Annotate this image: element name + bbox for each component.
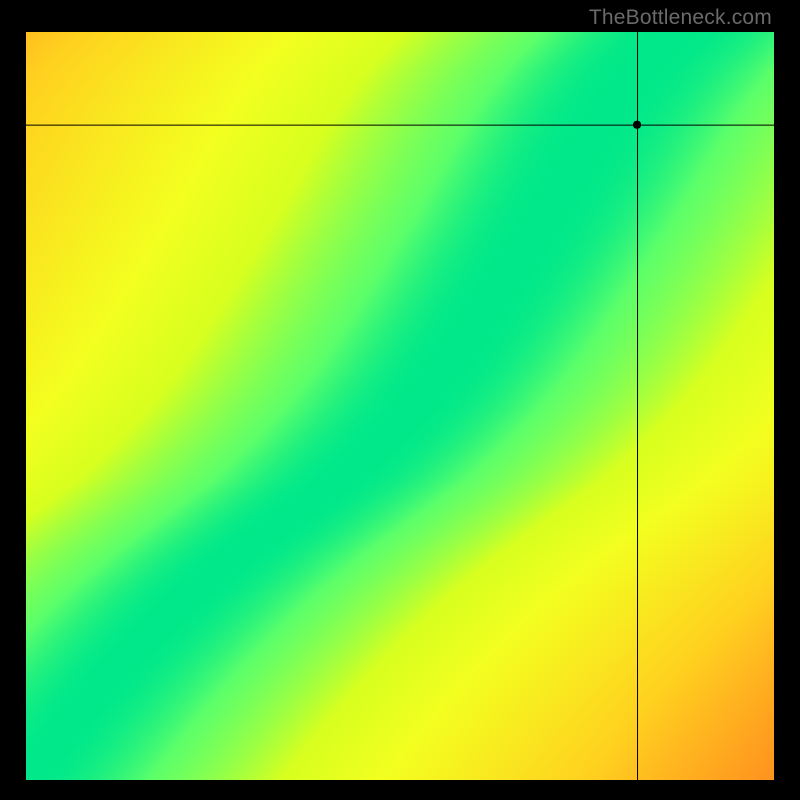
root: TheBottleneck.com: [0, 0, 800, 800]
watermark-label: TheBottleneck.com: [589, 6, 772, 30]
heatmap-canvas: [26, 32, 774, 780]
heatmap-plot: [26, 32, 774, 780]
